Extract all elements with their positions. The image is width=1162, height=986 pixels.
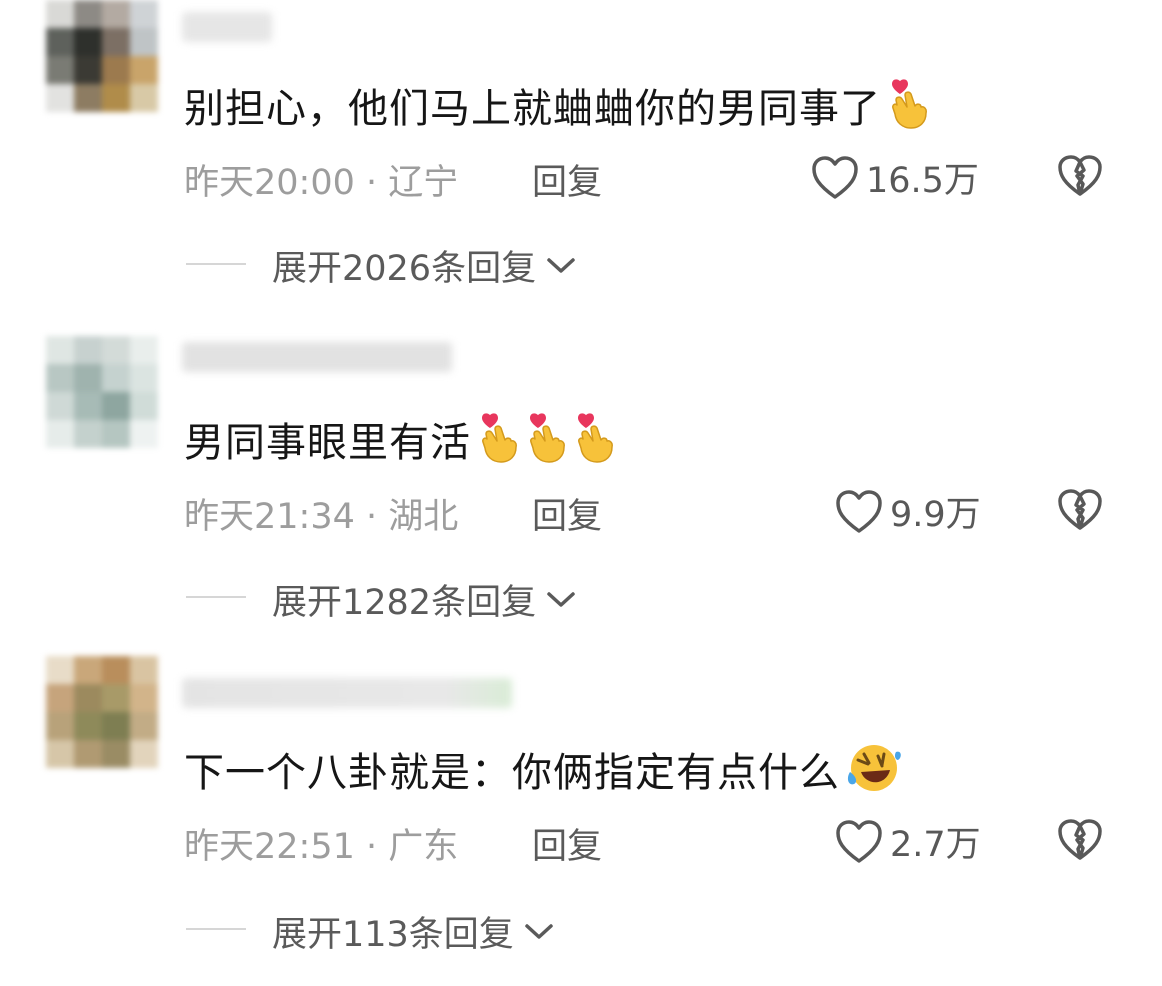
username-blurred[interactable] bbox=[182, 12, 272, 42]
chevron-down-icon bbox=[547, 257, 575, 273]
expand-replies-button[interactable]: 展开113条回复 bbox=[272, 906, 554, 957]
username-blurred[interactable] bbox=[182, 342, 452, 372]
chevron-down-icon bbox=[547, 591, 575, 607]
comment-region: 湖北 bbox=[388, 497, 459, 537]
heart-icon bbox=[836, 489, 882, 533]
reply-button[interactable]: 回复 bbox=[532, 488, 602, 539]
comment-item: 男同事眼里有活 昨天21:34 · 湖北 回复 9.9万 展开1282条回复 bbox=[0, 336, 1162, 666]
comment-item: 别担心，他们马上就蛐蛐你的男同事了 昨天20:00 · 辽宁 回复 16.5万 … bbox=[0, 0, 1162, 330]
reply-button[interactable]: 回复 bbox=[532, 154, 602, 205]
finger-heart-emoji bbox=[471, 413, 615, 466]
comment-region: 辽宁 bbox=[388, 163, 459, 203]
broken-heart-icon bbox=[1058, 155, 1102, 196]
comment-time: 昨天22:51 bbox=[184, 827, 355, 867]
comment-text: 别担心，他们马上就蛐蛐你的男同事了 bbox=[184, 76, 929, 134]
expand-replies-button[interactable]: 展开1282条回复 bbox=[272, 574, 576, 625]
comment-item: 下一个八卦就是：你俩指定有点什么 昨天22:51 · 广东 回复 2.7万 展开… bbox=[0, 656, 1162, 986]
avatar[interactable] bbox=[46, 0, 158, 112]
heart-icon bbox=[812, 155, 858, 199]
heart-icon bbox=[836, 819, 882, 863]
dislike-button[interactable] bbox=[1057, 818, 1103, 866]
like-button[interactable]: 16.5万 bbox=[810, 152, 979, 203]
comment-time: 昨天21:34 bbox=[184, 497, 355, 537]
dislike-button[interactable] bbox=[1057, 154, 1103, 202]
broken-heart-icon bbox=[1058, 819, 1102, 860]
comment-region: 广东 bbox=[388, 827, 459, 867]
like-button[interactable]: 9.9万 bbox=[834, 486, 981, 537]
like-button[interactable]: 2.7万 bbox=[834, 816, 981, 867]
comment-meta: 昨天22:51 · 广东 bbox=[184, 818, 458, 869]
comment-meta: 昨天20:00 · 辽宁 bbox=[184, 154, 458, 205]
rolling-laughing-emoji bbox=[840, 745, 902, 796]
expand-replies-label: 展开113条回复 bbox=[272, 915, 514, 955]
avatar[interactable] bbox=[46, 656, 158, 768]
like-count: 9.9万 bbox=[890, 495, 981, 535]
username-blurred[interactable] bbox=[182, 678, 512, 708]
expand-replies-label: 展开1282条回复 bbox=[272, 583, 537, 623]
separator-dot: · bbox=[366, 163, 389, 203]
like-count: 2.7万 bbox=[890, 825, 981, 865]
comment-text-content: 别担心，他们马上就蛐蛐你的男同事了 bbox=[184, 86, 881, 132]
comment-time: 昨天20:00 bbox=[184, 163, 355, 203]
finger-heart-emoji bbox=[881, 79, 929, 132]
comment-text-content: 下一个八卦就是：你俩指定有点什么 bbox=[184, 750, 840, 796]
dislike-button[interactable] bbox=[1057, 488, 1103, 536]
separator-dot: · bbox=[366, 827, 389, 867]
like-count: 16.5万 bbox=[866, 161, 979, 201]
avatar[interactable] bbox=[46, 336, 158, 448]
divider-line bbox=[186, 596, 246, 598]
expand-replies-label: 展开2026条回复 bbox=[272, 249, 537, 289]
comment-text-content: 男同事眼里有活 bbox=[184, 420, 471, 466]
expand-replies-button[interactable]: 展开2026条回复 bbox=[272, 240, 576, 291]
separator-dot: · bbox=[366, 497, 389, 537]
comment-meta: 昨天21:34 · 湖北 bbox=[184, 488, 458, 539]
broken-heart-icon bbox=[1058, 489, 1102, 530]
reply-button[interactable]: 回复 bbox=[532, 818, 602, 869]
comment-text: 男同事眼里有活 bbox=[184, 410, 615, 468]
comment-text: 下一个八卦就是：你俩指定有点什么 bbox=[184, 740, 902, 798]
divider-line bbox=[186, 263, 246, 265]
divider-line bbox=[186, 928, 246, 930]
chevron-down-icon bbox=[525, 923, 553, 939]
